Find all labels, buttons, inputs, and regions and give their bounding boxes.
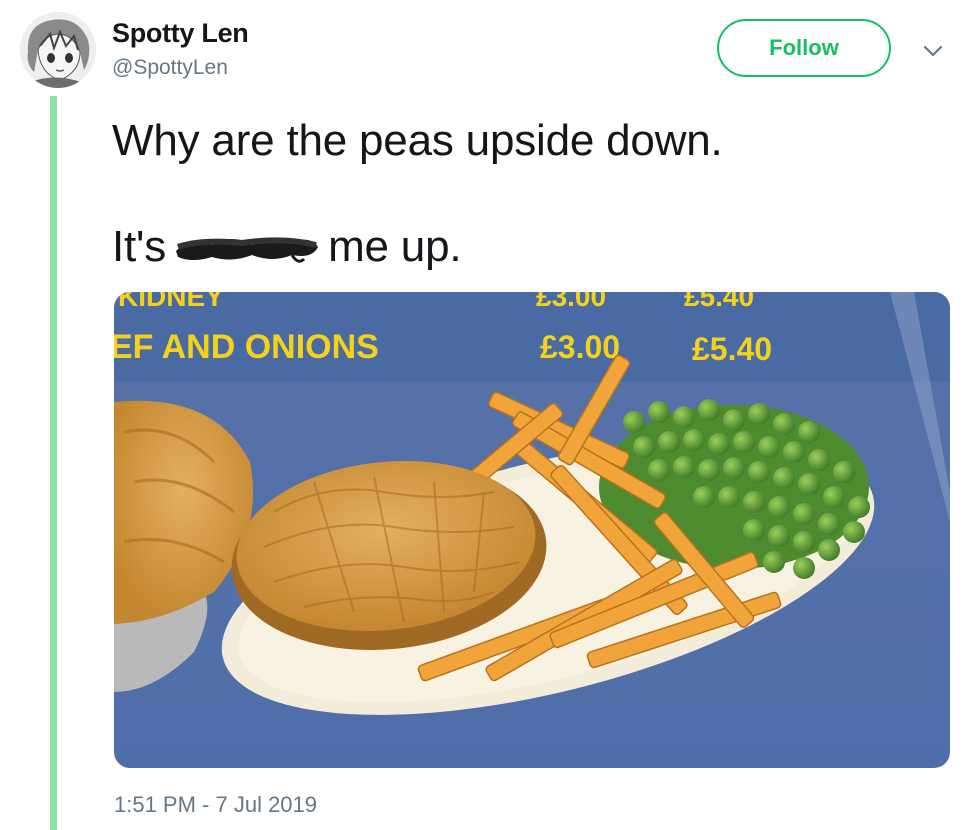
display-name[interactable]: Spotty Len — [112, 18, 249, 49]
user-handle[interactable]: @SpottyLen — [112, 56, 228, 80]
tweet-text-after-redaction: me up. — [328, 222, 462, 271]
menu-row1-price1: £3.00 — [536, 292, 606, 312]
menu-row2-price1: £3.00 — [540, 329, 620, 365]
tweet-timestamp[interactable]: 1:51 PM - 7 Jul 2019 — [114, 792, 317, 818]
tweet-text-before-redaction: It's — [112, 222, 167, 271]
tweet-text-line2: It's me up. — [112, 222, 462, 272]
menu-row1-price2: £5.40 — [684, 292, 754, 312]
follow-button[interactable]: Follow — [717, 19, 891, 77]
avatar[interactable] — [20, 12, 96, 88]
menu-row2-item: EF AND ONIONS — [114, 328, 379, 366]
redaction-scribble — [172, 225, 322, 269]
chevron-down-icon — [923, 45, 943, 57]
tweet-text-line1: Why are the peas upside down. — [112, 116, 723, 165]
anime-avatar-image — [20, 12, 96, 88]
menu-row2-price2: £5.40 — [692, 331, 772, 367]
thread-line — [50, 96, 57, 830]
tweet-photo[interactable]: KIDNEY £3.00 £5.40 EF AND ONIONS £3.00 £… — [114, 292, 950, 768]
more-options-button[interactable] — [920, 40, 946, 62]
menu-photo-pie-chips-peas: KIDNEY £3.00 £5.40 EF AND ONIONS £3.00 £… — [114, 292, 950, 768]
menu-row1-item: KIDNEY — [118, 292, 224, 312]
